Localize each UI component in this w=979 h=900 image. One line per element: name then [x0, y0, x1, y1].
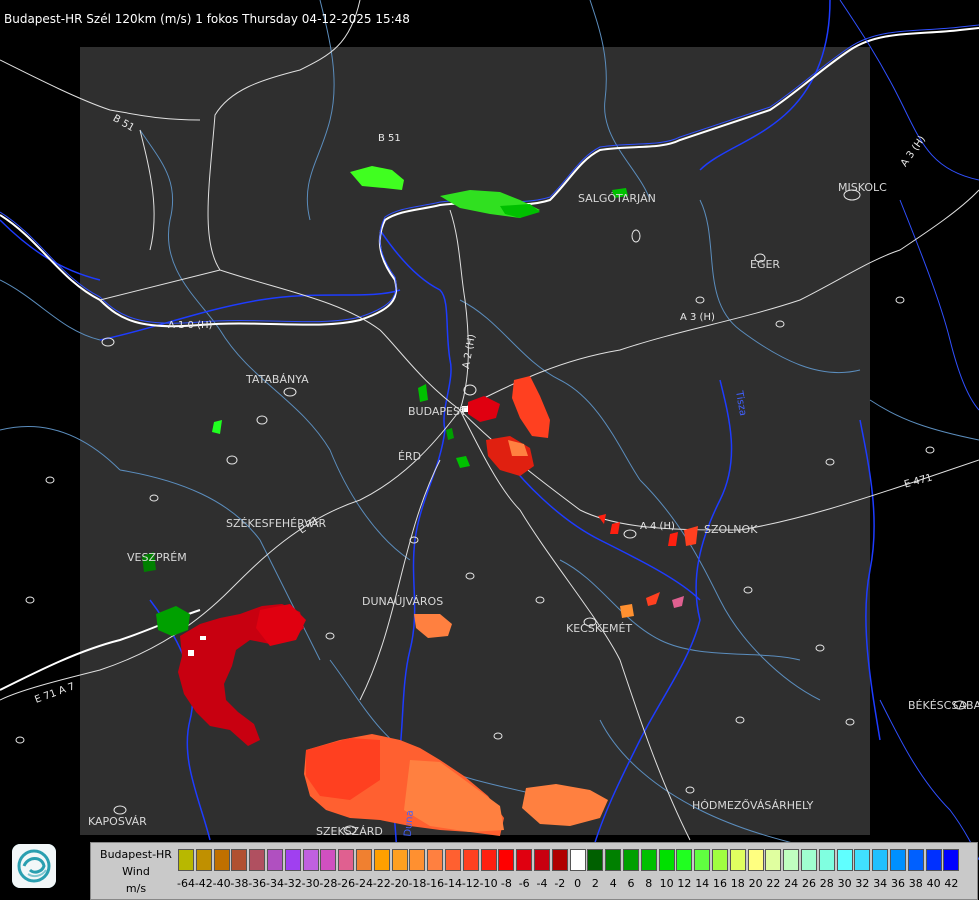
- city-label-szekszard: SZEKSZÁRD: [316, 825, 383, 838]
- legend-swatch: [943, 849, 960, 871]
- legend-swatch: [694, 849, 711, 871]
- legend-swatch: [373, 849, 390, 871]
- legend-swatch: [925, 849, 942, 871]
- legend-swatch: [231, 849, 248, 871]
- legend-swatch: [712, 849, 728, 871]
- legend-swatch: [427, 849, 444, 871]
- legend-swatch: [569, 849, 586, 871]
- legend-swatch: [320, 849, 337, 871]
- city-label-dunaujvaros: DUNAÚJVÁROS: [362, 595, 444, 608]
- city-label-kecskemet: KECSKEMÉT: [566, 622, 633, 635]
- omsz-logo-icon: [12, 844, 56, 888]
- road-label-a10: A 1 0 (H): [168, 320, 213, 331]
- legend-swatch: [783, 849, 800, 871]
- legend-swatch: [872, 849, 889, 871]
- river-label-duna: Duna: [402, 809, 416, 838]
- legend-swatch: [854, 849, 871, 871]
- legend-swatch: [498, 849, 515, 871]
- legend-swatch: [267, 849, 283, 871]
- legend-swatch: [516, 849, 533, 871]
- legend-swatch: [890, 849, 906, 871]
- color-legend: Budapest-HR Wind m/s -64 -42 -40 -38 -36 -34-…: [90, 842, 978, 900]
- radar-map: [0, 0, 979, 871]
- legend-unit: m/s: [125, 882, 147, 895]
- legend-swatch: [676, 849, 693, 871]
- city-label-miskolc: MISKOLC: [838, 181, 887, 194]
- legend-swatch: [623, 849, 639, 871]
- road-label-b51-north: B 51: [378, 133, 401, 144]
- legend-swatch: [338, 849, 355, 871]
- legend-swatch: [356, 849, 372, 871]
- city-label-kaposvar: KAPOSVÁR: [88, 815, 147, 828]
- legend-swatch: [462, 849, 479, 871]
- legend-product: Wind: [122, 865, 150, 878]
- legend-swatch: [907, 849, 924, 871]
- legend-swatch: [747, 849, 764, 871]
- legend-swatch: [195, 849, 212, 871]
- city-label-hodmezovasarhely: HÓDMEZŐVÁSÁRHELY: [692, 799, 814, 812]
- legend-swatch: [178, 849, 194, 871]
- city-label-salgotarjan: SALGÓTARJÁN: [578, 192, 656, 205]
- city-label-veszprem: VESZPRÉM: [127, 551, 187, 564]
- legend-swatch: [480, 849, 497, 871]
- city-label-tatabanya: TATABÁNYA: [246, 373, 309, 386]
- legend-swatch: [409, 849, 426, 871]
- legend-swatch: [551, 849, 568, 871]
- road-label-a4: A 4 (H): [640, 521, 675, 532]
- legend-swatch: [391, 849, 408, 871]
- map-title: Budapest-HR Szél 120km (m/s) 1 fokos Thu…: [4, 12, 410, 26]
- city-label-bekescsaba: BÉKÉSCSABA: [908, 699, 979, 712]
- legend-swatch: [587, 849, 604, 871]
- radar-coverage-area: [80, 47, 870, 835]
- legend-swatch: [801, 849, 817, 871]
- legend-swatch: [249, 849, 266, 871]
- legend-swatch: [658, 849, 675, 871]
- legend-swatch: [836, 849, 853, 871]
- road-label-a3: A 3 (H): [680, 312, 715, 323]
- legend-swatch: [818, 849, 835, 871]
- legend-swatch: [765, 849, 782, 871]
- city-label-erd: ÉRD: [398, 450, 422, 463]
- legend-swatch: [445, 849, 461, 871]
- legend-tick-label: 42: [944, 877, 959, 890]
- city-label-eger: EGER: [750, 258, 781, 271]
- legend-swatch: [213, 849, 230, 871]
- legend-swatch: [605, 849, 622, 871]
- legend-swatch: [534, 849, 550, 871]
- legend-swatch: [640, 849, 657, 871]
- legend-title: Budapest-HR: [100, 848, 172, 861]
- city-label-budapest: BUDAPEST: [408, 405, 467, 418]
- city-label-szolnok: SZOLNOK: [704, 523, 758, 536]
- legend-swatch: [284, 849, 301, 871]
- legend-swatch: [729, 849, 746, 871]
- legend-swatch: [302, 849, 319, 871]
